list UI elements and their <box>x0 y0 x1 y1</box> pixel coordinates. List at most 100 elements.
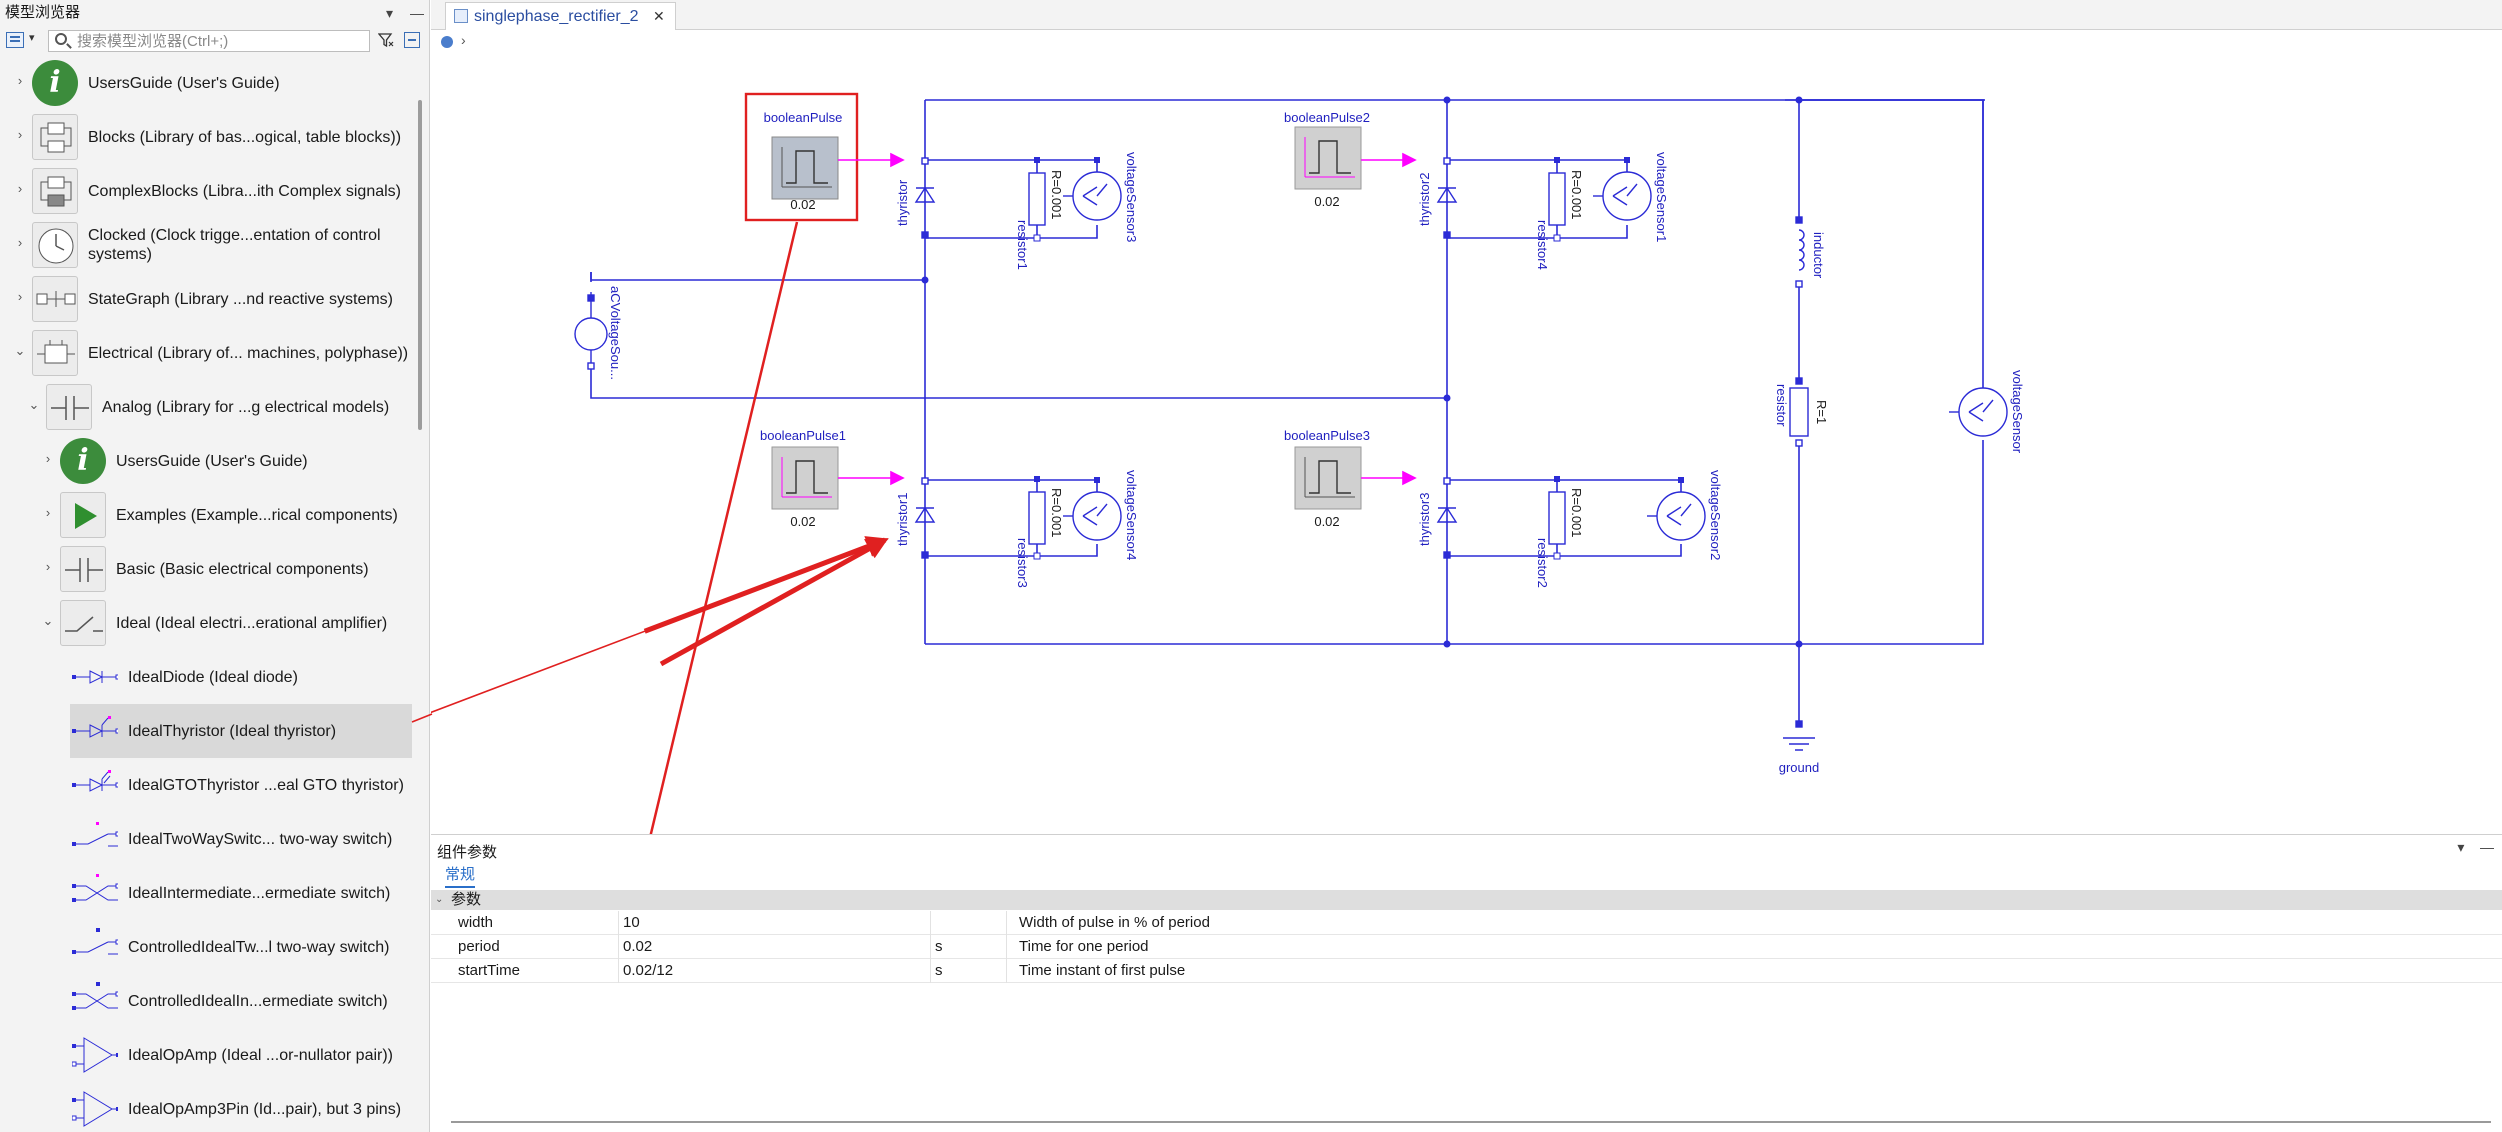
tab-singlephase-rectifier[interactable]: singlephase_rectifier_2 ✕ <box>445 2 676 30</box>
horizontal-scrollbar[interactable] <box>451 1121 2491 1123</box>
chevron-right-icon[interactable]: › <box>42 506 54 520</box>
search-icon <box>55 33 67 45</box>
filter-icon[interactable] <box>378 32 394 48</box>
sensor-label-3: voltageSensor3 <box>1124 152 1139 242</box>
pulse-label-1: booleanPulse1 <box>760 428 846 443</box>
ground-symbol <box>1783 720 1815 751</box>
tab-label: singlephase_rectifier_2 <box>474 8 639 25</box>
panel-menu-chevron-icon[interactable]: ▾ <box>386 0 393 26</box>
chevron-right-icon[interactable]: › <box>14 182 26 196</box>
tree-item-controlledidealintermediateswitch[interactable]: ControlledIdealIn...ermediate switch) <box>0 974 412 1028</box>
resistor-small-label-2: resistor4 <box>1535 220 1550 270</box>
search-box <box>48 30 370 52</box>
tree-scrollbar[interactable] <box>418 100 422 430</box>
params-title: 组件参数 <box>437 844 498 861</box>
tree-item-idealopamp3pin[interactable]: IdealOpAmp3Pin (Id...pair), but 3 pins) <box>0 1082 412 1132</box>
tree-item-analog-usersguide[interactable]: › i UsersGuide (User's Guide) <box>0 434 412 488</box>
model-browser-title: 模型浏览器 <box>5 4 81 21</box>
library-list-icon[interactable] <box>6 32 24 48</box>
library-tree: › i UsersGuide (User's Guide) › Blocks (… <box>0 56 430 1132</box>
boolean-pulse-2 <box>1294 126 1362 190</box>
voltage-sensor-symbols <box>1063 171 2008 541</box>
tree-item-complexblocks[interactable]: › ComplexBlocks (Libra...ith Complex sig… <box>0 164 412 218</box>
pulse-label-2: booleanPulse2 <box>1284 110 1370 125</box>
chevron-right-icon[interactable]: › <box>14 74 26 88</box>
param-row-width: width 10 Width of pulse in % of period <box>431 911 2502 935</box>
tree-item-label: Basic (Basic electrical components) <box>116 560 369 578</box>
tree-item-label: ComplexBlocks (Libra...ith Complex signa… <box>88 182 401 200</box>
chevron-right-icon[interactable]: › <box>461 32 466 48</box>
state-graph-icon <box>32 276 78 322</box>
model-root-icon[interactable] <box>441 36 453 48</box>
tree-item-idealgtothyristor[interactable]: IdealGTOThyristor ...eal GTO thyristor) <box>0 758 412 812</box>
tree-item-label: UsersGuide (User's Guide) <box>88 74 280 92</box>
chevron-right-icon[interactable]: › <box>14 290 26 304</box>
sensor-label-1: voltageSensor1 <box>1654 152 1669 242</box>
sensor-label-main: voltageSensor <box>2010 370 2025 454</box>
tree-item-label: Clocked (Clock trigge...entation of cont… <box>88 227 381 263</box>
chevron-down-icon[interactable]: ⌄ <box>42 614 54 628</box>
param-value-input[interactable]: 10 <box>619 911 931 935</box>
panel-minimize-icon[interactable]: — <box>410 0 424 26</box>
electrical-library-icon <box>32 330 78 376</box>
play-icon <box>60 492 106 538</box>
panel-minimize-icon[interactable]: — <box>2480 839 2494 855</box>
ground-label: ground <box>1779 760 1819 775</box>
chevron-down-icon[interactable]: ⌄ <box>28 398 40 412</box>
tree-item-label: Electrical (Library of... machines, poly… <box>88 344 409 362</box>
boolean-pulse-0 <box>771 136 839 200</box>
chevron-right-icon[interactable]: › <box>14 128 26 142</box>
chevron-right-icon[interactable]: › <box>42 452 54 466</box>
tree-item-idealopamp[interactable]: IdealOpAmp (Ideal ...or-nullator pair)) <box>0 1028 412 1082</box>
pulse-label-3: booleanPulse3 <box>1284 428 1370 443</box>
search-input[interactable] <box>77 32 367 50</box>
resistor-label: resistor <box>1774 384 1789 427</box>
tree-item-examples[interactable]: › Examples (Example...rical components) <box>0 488 412 542</box>
resistor-value: R=1 <box>1814 400 1829 424</box>
tree-item-label: IdealThyristor (Ideal thyristor) <box>128 722 337 740</box>
tab-general[interactable]: 常规 <box>445 863 476 888</box>
resistor-small-value-3: R=0.001 <box>1569 488 1584 538</box>
tree-item-basic[interactable]: › Basic (Basic electrical components) <box>0 542 412 596</box>
switch-icon <box>60 600 106 646</box>
close-icon[interactable]: ✕ <box>653 8 665 24</box>
tree-item-controlledidealtwowayswitch[interactable]: ControlledIdealTw...l two-way switch) <box>0 920 412 974</box>
tree-item-idealtwowayswitch[interactable]: IdealTwoWaySwitc... two-way switch) <box>0 812 412 866</box>
param-group-row[interactable]: ⌄ 参数 <box>431 890 2502 910</box>
tree-item-idealdiode[interactable]: IdealDiode (Ideal diode) <box>0 650 412 704</box>
tree-item-analog[interactable]: ⌄ Analog (Library for ...g electrical mo… <box>0 380 412 434</box>
chevron-down-icon[interactable]: ⌄ <box>14 344 26 358</box>
diagram-canvas[interactable]: booleanPulse 0.02 booleanPulse1 0.02 boo… <box>431 54 2502 834</box>
resistor-small-label-3: resistor2 <box>1535 538 1550 588</box>
tree-item-blocks[interactable]: › Blocks (Library of bas...ogical, table… <box>0 110 412 164</box>
resistor-small-label-0: resistor1 <box>1015 220 1030 270</box>
thyristor-label-2: thyristor2 <box>1417 173 1432 226</box>
tree-item-label: Analog (Library for ...g electrical mode… <box>102 398 390 416</box>
wire-source-top <box>590 272 925 281</box>
tree-item-label: Examples (Example...rical components) <box>116 506 398 524</box>
tree-item-idealthyristor[interactable]: IdealThyristor (Ideal thyristor) <box>70 704 412 758</box>
model-browser-panel: 模型浏览器 ▾ — ▾ › i UsersGuide (User's Guide… <box>0 0 430 1132</box>
param-value-input[interactable]: 0.02/12 <box>619 959 931 983</box>
opamp-icon <box>72 1032 118 1078</box>
param-value-input[interactable]: 0.02 <box>619 935 931 959</box>
tree-item-ideal[interactable]: ⌄ Ideal (Ideal electri...erational ampli… <box>0 596 412 650</box>
chevron-down-icon[interactable]: ▾ <box>29 31 35 44</box>
tree-item-stategraph[interactable]: › StateGraph (Library ...nd reactive sys… <box>0 272 412 326</box>
param-name: period <box>431 935 619 959</box>
chevron-right-icon[interactable]: › <box>14 236 26 250</box>
boolean-pulse-1 <box>771 446 839 510</box>
info-icon: i <box>60 438 106 484</box>
tree-item-electrical[interactable]: ⌄ Electrical (Library of... machines, po… <box>0 326 412 380</box>
model-browser-header: 模型浏览器 ▾ — <box>0 0 430 26</box>
pulse-label-0: booleanPulse <box>764 110 843 125</box>
panel-menu-chevron-icon[interactable]: ▾ <box>2457 839 2464 855</box>
param-name: width <box>431 911 619 935</box>
tree-item-idealintermediateswitch[interactable]: IdealIntermediate...ermediate switch) <box>0 866 412 920</box>
tree-item-clocked[interactable]: › Clocked (Clock trigge...entation of co… <box>0 218 412 272</box>
chevron-right-icon[interactable]: › <box>42 560 54 574</box>
tree-item-usersguide[interactable]: › i UsersGuide (User's Guide) <box>0 56 412 110</box>
collapse-all-icon[interactable] <box>404 32 420 48</box>
collapse-triangle-icon[interactable]: ⌄ <box>435 890 443 910</box>
param-description: Time for one period <box>1019 938 1149 955</box>
